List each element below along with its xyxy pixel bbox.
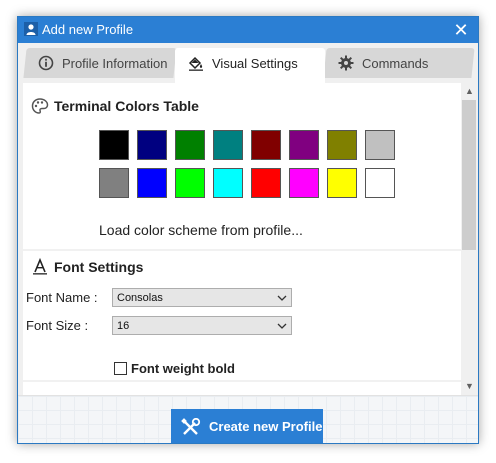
color-swatch[interactable] [175,168,205,198]
font-bold-checkbox[interactable] [114,362,127,375]
color-swatch[interactable] [251,168,281,198]
color-swatch[interactable] [365,168,395,198]
color-swatch[interactable] [289,168,319,198]
color-swatch[interactable] [137,130,167,160]
visual-settings-panel: Terminal Colors Table Load color scheme … [23,83,461,395]
tab-label: Profile Information [61,56,168,71]
tab-visual-settings[interactable]: Visual Settings [175,48,325,83]
tab-label: Commands [361,56,429,71]
tab-bar: Profile Information Commands Visual Sett… [18,43,478,83]
add-profile-dialog: Add new Profile ✕ Profile Information Co… [17,16,479,444]
font-section-title: Font Settings [54,259,144,275]
font-bold-label[interactable]: Font weight bold [131,361,235,376]
font-size-label: Font Size : [26,318,89,333]
tab-label: Visual Settings [212,56,298,71]
color-swatch[interactable] [289,130,319,160]
color-swatch[interactable] [99,168,129,198]
font-size-value: 16 [117,320,130,332]
color-swatch[interactable] [327,130,357,160]
section-divider [23,249,461,251]
close-button[interactable]: ✕ [444,17,478,43]
scrollbar-thumb[interactable] [462,100,476,250]
scroll-up-arrow-icon[interactable]: ▲ [461,83,478,100]
vertical-scrollbar[interactable]: ▲ ▼ [461,83,478,395]
color-swatch[interactable] [213,168,243,198]
colors-section-title: Terminal Colors Table [54,98,199,114]
app-icon [24,22,38,36]
color-swatch[interactable] [251,130,281,160]
color-swatch[interactable] [99,130,129,160]
paint-bucket-icon [188,56,203,71]
dialog-footer: Create new Profile [18,395,478,443]
font-name-value: Consolas [117,292,163,304]
create-profile-label: Create new Profile [209,419,323,434]
create-profile-button[interactable]: Create new Profile [171,409,323,443]
palette-icon [31,98,49,114]
tab-commands[interactable]: Commands [323,48,475,78]
color-swatch[interactable] [137,168,167,198]
font-size-select[interactable]: 16 [112,316,292,335]
tab-profile-information[interactable]: Profile Information [23,48,177,78]
load-color-scheme-link[interactable]: Load color scheme from profile... [99,222,303,238]
color-swatch[interactable] [175,130,205,160]
tools-icon [181,418,201,435]
section-divider [23,380,461,382]
scroll-down-arrow-icon[interactable]: ▼ [461,378,478,395]
chevron-down-icon [277,295,287,301]
font-name-label: Font Name : [26,290,98,305]
gear-icon [338,55,354,71]
window-title: Add new Profile [42,22,134,37]
color-swatch[interactable] [213,130,243,160]
font-icon [33,257,47,275]
font-name-select[interactable]: Consolas [112,288,292,307]
title-bar: Add new Profile ✕ [18,17,478,43]
color-swatch[interactable] [365,130,395,160]
chevron-down-icon [277,323,287,329]
color-swatch[interactable] [327,168,357,198]
info-icon [38,55,54,71]
